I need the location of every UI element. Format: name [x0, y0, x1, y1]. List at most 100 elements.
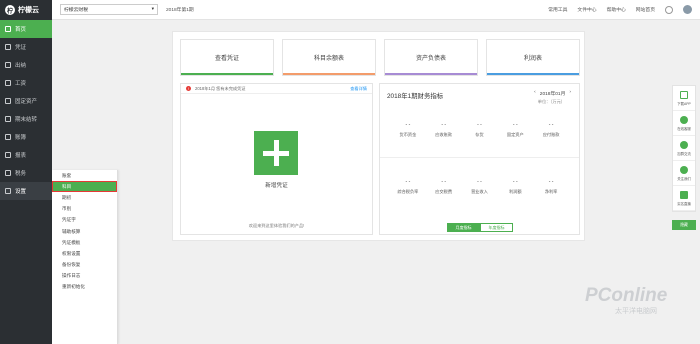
app-logo[interactable]: 柠 柠檬云	[0, 0, 52, 20]
ledger-icon	[5, 134, 11, 140]
sidebar-item-label: 工资	[15, 81, 27, 87]
watermark-logo: PConline	[585, 285, 668, 306]
new-voucher-label[interactable]: 新增凭证	[181, 181, 372, 189]
income-statement-card[interactable]: 利润表	[486, 39, 580, 76]
metric-value: - -	[405, 179, 411, 185]
balance-sheet-card[interactable]: 资产负债表	[384, 39, 478, 76]
subject-balance-card[interactable]: 科目余额表	[282, 39, 376, 76]
view-vouchers-card[interactable]: 查看凭证	[180, 39, 274, 76]
indicator-toggle: 月度指标 年度指标	[447, 223, 513, 232]
site-link[interactable]: 网站首页	[636, 6, 655, 13]
date-nav: ‹ 2018年01月 ›	[534, 90, 571, 97]
sidebar-item-label: 首页	[15, 27, 27, 33]
metric-label: 固定资产	[506, 132, 524, 137]
sidebar-item-reports[interactable]: 报表	[0, 146, 52, 164]
metric-label: 营业收入	[471, 189, 488, 194]
sidebar-item-assets[interactable]: 固定资产	[0, 92, 52, 110]
join-group-button[interactable]: 加群交流	[673, 136, 695, 161]
sidebar-item-ledger[interactable]: 账簿	[0, 128, 52, 146]
help-link[interactable]: 帮助中心	[607, 6, 626, 13]
float-label: 在线客服	[677, 126, 691, 131]
logo-mark: 柠	[5, 5, 15, 15]
tools-link[interactable]: 常用工具	[548, 6, 567, 13]
online-service-button[interactable]: 在线客服	[673, 111, 695, 136]
phone-icon	[680, 90, 688, 99]
sidebar-item-label: 设置	[15, 189, 27, 195]
metric-value: - -	[477, 179, 482, 185]
prev-period-button[interactable]: ‹	[534, 90, 536, 97]
sidebar-item-label: 税务	[15, 171, 27, 177]
notice-detail-link[interactable]: 查看详情	[350, 86, 367, 92]
sidebar-item-cashier[interactable]: 出纳	[0, 56, 52, 74]
chat-icon	[680, 115, 688, 124]
top-links: 常用工具 文件中心 帮助中心 网站首页	[548, 5, 692, 14]
hide-toolbar-button[interactable]: 隐藏	[672, 220, 696, 230]
card-label: 科目余额表	[313, 56, 344, 62]
yearly-tab[interactable]: 年度指标	[480, 223, 513, 232]
sidebar-item-label: 期末结转	[15, 117, 38, 123]
new-voucher-button[interactable]	[254, 131, 298, 175]
card-label: 资产负债表	[415, 56, 446, 62]
card-accent-bar	[487, 73, 579, 75]
finance-title: 2018年1期财务指标	[387, 93, 444, 100]
download-app-button[interactable]: 下载APP	[673, 86, 695, 111]
topbar: 柠檬云财税 ▾ 2018年第1期 常用工具 文件中心 帮助中心 网站首页	[52, 0, 700, 20]
submenu-item-reinit[interactable]: 重新初始化	[52, 282, 117, 293]
submenu-item-log[interactable]: 操作日志	[52, 271, 117, 282]
metric-value: - -	[512, 122, 518, 128]
monthly-tab[interactable]: 月度指标	[447, 223, 480, 232]
live-button[interactable]: 实名直播	[673, 186, 695, 211]
wechat-icon	[680, 165, 688, 174]
metric-item: - - 存货	[464, 122, 494, 138]
submenu-item-voucher-word[interactable]: 凭证字	[52, 215, 117, 226]
sidebar-item-salary[interactable]: 工资	[0, 74, 52, 92]
metric-label: 应收账款	[435, 132, 453, 137]
sidebar-item-closing[interactable]: 期末结转	[0, 110, 52, 128]
metric-label: 应付账款	[542, 132, 560, 137]
company-name: 柠檬云财税	[64, 8, 88, 13]
sidebar-item-label: 账簿	[15, 135, 27, 141]
submenu-item-voucher-template[interactable]: 凭证模板	[52, 237, 117, 248]
submenu-item-currency[interactable]: 币别	[52, 204, 117, 215]
card-accent-bar	[283, 73, 375, 75]
metric-value: - -	[441, 179, 447, 185]
submenu-item-account-set[interactable]: 账套	[52, 170, 117, 181]
floating-toolbar: 下载APP 在线客服 加群交流 关注我们 实名直播	[672, 85, 696, 212]
period-label: 2018年第1期	[166, 8, 194, 13]
submenu-item-backup[interactable]: 备份恢复	[52, 260, 117, 271]
metric-item: - - 净利率	[536, 179, 566, 195]
tax-icon	[5, 170, 11, 176]
metric-item: - - 固定资产	[500, 122, 530, 138]
sidebar-item-label: 凭证	[15, 45, 27, 51]
bell-icon[interactable]	[665, 5, 673, 14]
follow-us-button[interactable]: 关注我们	[673, 161, 695, 186]
company-select[interactable]: 柠檬云财税 ▾	[60, 4, 158, 15]
metrics-row-2: - - 综合税负率 - - 应交税费 - - 营业收入 - - 利润额 - - 净利率	[380, 179, 579, 195]
sidebar-item-tax[interactable]: 税务	[0, 164, 52, 182]
metric-label: 存货	[475, 132, 484, 137]
sidebar-item-voucher[interactable]: 凭证	[0, 38, 52, 56]
metric-label: 净利率	[544, 189, 558, 194]
submenu-item-subjects[interactable]: 科目	[52, 181, 117, 193]
metric-item: - - 货币资金	[393, 122, 423, 138]
metric-item: - - 应付账款	[536, 122, 566, 138]
period-date: 2018年01月	[539, 92, 566, 97]
sidebar-item-settings[interactable]: 设置	[0, 182, 52, 200]
submenu-item-permissions[interactable]: 权限设置	[52, 248, 117, 259]
float-label: 实名直播	[677, 201, 691, 206]
dashboard-panel: 查看凭证 科目余额表 资产负债表 利润表 ! 2018年1月 您有未完成凭证 查…	[172, 31, 585, 241]
notice-text: 2018年1月 您有未完成凭证	[195, 85, 246, 91]
submenu-item-auxiliary[interactable]: 辅助核算	[52, 226, 117, 237]
quick-cards: 查看凭证 科目余额表 资产负债表 利润表	[180, 39, 580, 76]
chevron-down-icon: ▾	[151, 7, 154, 12]
voucher-box: ! 2018年1月 您有未完成凭证 查看详情 新增凭证 欢迎来到这里体验我们的产…	[180, 83, 373, 235]
metric-label: 综合税负率	[397, 189, 419, 194]
next-period-button[interactable]: ›	[569, 90, 571, 97]
sidebar-item-home[interactable]: 首页	[0, 20, 52, 38]
metric-item: - - 应交税费	[429, 179, 459, 195]
card-label: 查看凭证	[214, 56, 239, 62]
metric-label: 利润额	[508, 189, 522, 194]
avatar[interactable]	[683, 5, 692, 14]
files-link[interactable]: 文件中心	[577, 6, 596, 13]
submenu-item-opening[interactable]: 期初	[52, 192, 117, 203]
